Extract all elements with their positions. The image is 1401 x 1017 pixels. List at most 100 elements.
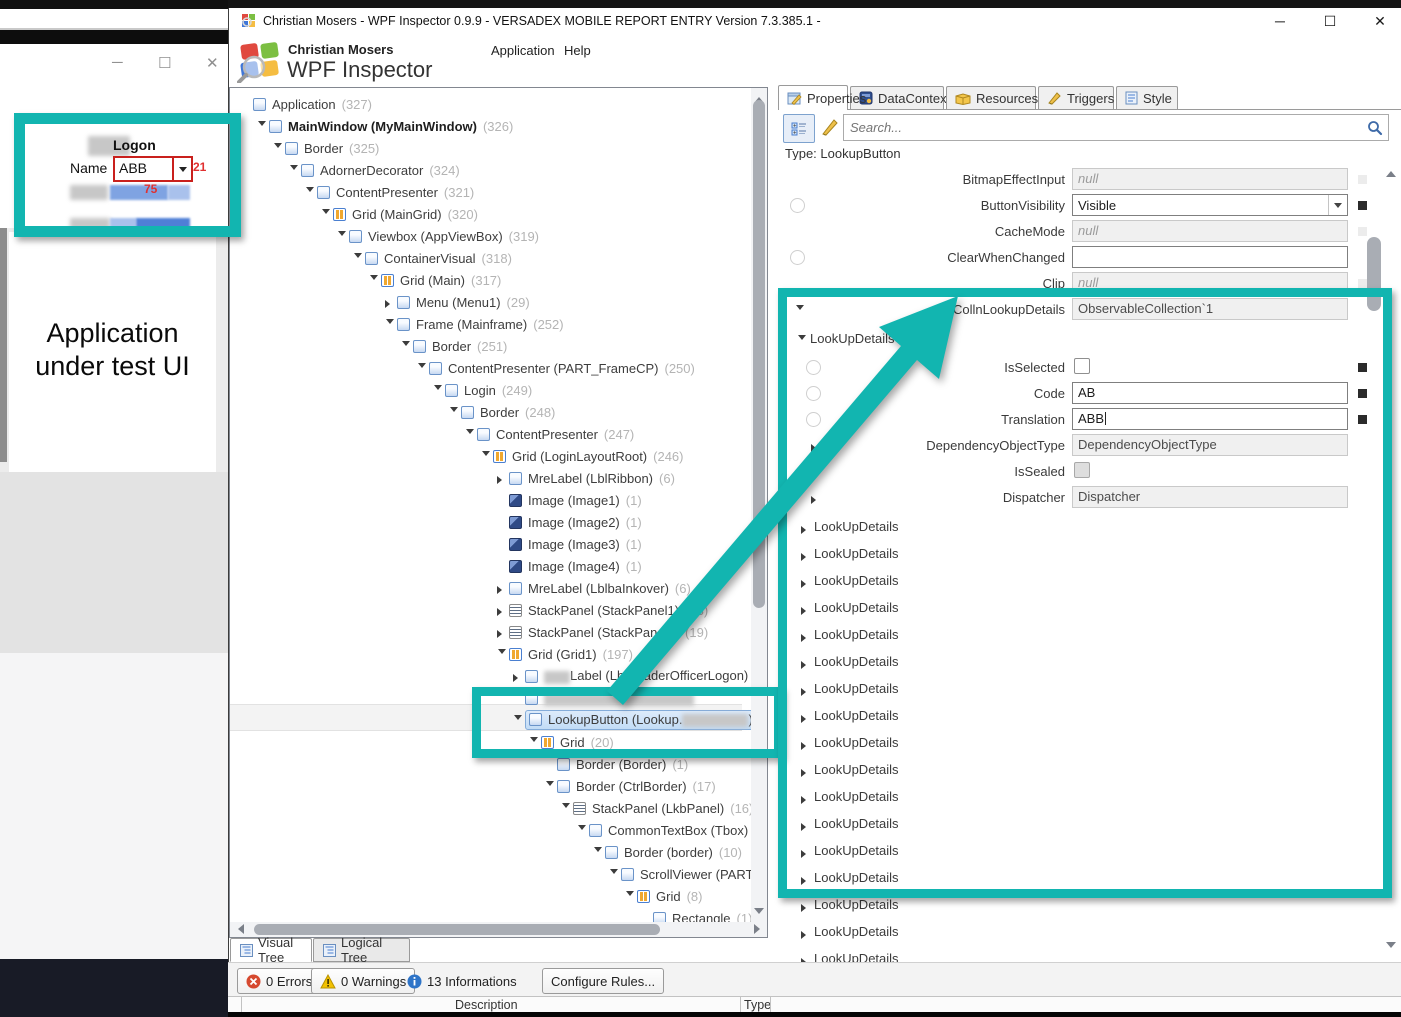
edit-feather-icon[interactable] <box>820 117 840 137</box>
tree-item[interactable]: Border (CtrlBorder)(17) <box>542 775 716 797</box>
tree-expander-icon[interactable] <box>446 405 461 420</box>
tree-scrollbar-thumb[interactable] <box>753 100 765 608</box>
tree-expander-icon[interactable] <box>318 207 333 222</box>
group-expander-icon[interactable] <box>794 333 809 348</box>
tree-expander-icon[interactable] <box>494 603 509 618</box>
tree-item[interactable]: Menu (Menu1)(29) <box>382 291 530 313</box>
name-combobox[interactable]: ABB <box>113 156 193 182</box>
tree-expander-icon[interactable] <box>542 779 557 794</box>
property-radio[interactable] <box>790 198 805 213</box>
close-button[interactable]: ✕ <box>1369 13 1391 30</box>
tree-item[interactable]: Grid(8) <box>622 885 702 907</box>
tree-item[interactable]: StackPanel (StackPanel2)(19) <box>494 621 708 643</box>
minimize-button[interactable]: ─ <box>1269 13 1291 29</box>
lookupdetails-collapsed-row[interactable]: LookUpDetails <box>778 516 1383 540</box>
expander-closed-icon[interactable] <box>798 656 813 671</box>
type-column-header[interactable]: Type <box>744 998 771 1012</box>
description-column-header[interactable]: Description <box>455 998 518 1012</box>
tree-expander-icon[interactable] <box>270 141 285 156</box>
lookupdetails-collapsed-row[interactable]: LookUpDetails <box>778 732 1383 756</box>
tree-item[interactable]: MainWindow (MyMainWindow)(326) <box>254 115 513 137</box>
lookupdetails-collapsed-row[interactable]: LookUpDetails <box>778 894 1383 918</box>
categorize-toggle-button[interactable]: + + <box>783 114 815 143</box>
tree-expander-icon[interactable] <box>478 449 493 464</box>
tree-expander-icon[interactable] <box>558 801 573 816</box>
property-radio[interactable] <box>790 250 805 265</box>
errors-button[interactable]: 0 Errors <box>237 968 321 994</box>
aut-maximize-button[interactable]: ☐ <box>158 54 171 72</box>
tree-expander-icon[interactable] <box>510 713 525 728</box>
tree-expander-icon[interactable] <box>526 735 541 750</box>
tree-item[interactable]: MreLabel (LblRibbon)(6) <box>494 467 675 489</box>
tree-item[interactable]: Border(325) <box>270 137 379 159</box>
expander-closed-icon[interactable] <box>798 737 813 752</box>
tree-item[interactable]: Grid (LoginLayoutRoot)(246) <box>478 445 684 467</box>
lookupdetails-collapsed-row[interactable]: LookUpDetails <box>778 624 1383 648</box>
tree-item[interactable] <box>510 687 694 709</box>
expander-closed-icon[interactable] <box>798 575 813 590</box>
properties-scrollbar-thumb[interactable] <box>1367 237 1381 311</box>
tree-item[interactable]: Login(249) <box>430 379 532 401</box>
configure-rules-button[interactable]: Configure Rules... <box>542 968 664 994</box>
tree-expander-icon[interactable] <box>350 251 365 266</box>
lookupdetails-collapsed-row[interactable]: LookUpDetails <box>778 867 1383 891</box>
tree-item[interactable]: CommonTextBox (Tbox)(11) <box>574 819 768 841</box>
tree-expander-icon[interactable] <box>302 185 317 200</box>
tree-expander-icon[interactable] <box>382 317 397 332</box>
menu-help[interactable]: Help <box>558 40 597 61</box>
tree-expander-icon[interactable] <box>414 361 429 376</box>
tree-item[interactable]: Image (Image2)(1) <box>494 511 642 533</box>
tree-expander-icon[interactable] <box>462 427 477 442</box>
lookupdetails-collapsed-row[interactable]: LookUpDetails <box>778 813 1383 837</box>
warnings-button[interactable]: 0 Warnings <box>311 968 415 994</box>
expander-closed-icon[interactable] <box>798 629 813 644</box>
expander-closed-icon[interactable] <box>798 872 813 887</box>
combobox-dropdown-button[interactable] <box>172 158 191 180</box>
tree-expander-icon[interactable] <box>494 647 509 662</box>
tab-visual-tree[interactable]: Visual Tree <box>230 938 312 962</box>
tree-item[interactable]: Image (Image4)(1) <box>494 555 642 577</box>
lookupdetails-collapsed-row[interactable]: LookUpDetails <box>778 651 1383 675</box>
tree-item[interactable]: StackPanel (StackPanel1)(13) <box>494 599 708 621</box>
lookupdetails-collapsed-row[interactable]: LookUpDetails <box>778 678 1383 702</box>
tree-item[interactable]: Border (Border)(1) <box>542 753 688 775</box>
tree-item[interactable]: ScrollViewer (PART_Cont <box>606 863 768 885</box>
property-search-box[interactable] <box>843 114 1389 141</box>
search-icon[interactable] <box>1367 120 1383 136</box>
tree-item[interactable]: Application(327) <box>238 93 372 115</box>
expander-closed-icon[interactable] <box>798 710 813 725</box>
tab-logical-tree[interactable]: Logical Tree <box>313 938 410 962</box>
tree-expander-icon[interactable] <box>382 295 397 310</box>
property-text-input[interactable]: AB <box>1072 382 1348 404</box>
tree-item[interactable]: Frame (Mainframe)(252) <box>382 313 564 335</box>
lookupdetails-collapsed-row[interactable]: LookUpDetails <box>778 543 1383 567</box>
tree-item[interactable]: LookupButton (Lookup.)(21) <box>510 709 768 731</box>
expander-closed-icon[interactable] <box>798 791 813 806</box>
expander-closed-icon[interactable] <box>798 818 813 833</box>
tree-expander-icon[interactable] <box>510 669 525 684</box>
tab-triggers[interactable]: Triggers <box>1038 86 1114 109</box>
aut-close-button[interactable]: ✕ <box>206 54 219 72</box>
lookupdetails-collapsed-row[interactable]: LookUpDetails <box>778 786 1383 810</box>
tab-style[interactable]: Style <box>1116 86 1178 109</box>
tree-item[interactable]: Border (border)(10) <box>590 841 742 863</box>
tab-resources[interactable]: Resources <box>946 86 1036 109</box>
tree-expander-icon[interactable] <box>494 471 509 486</box>
tree-item[interactable]: ContentPresenter(247) <box>462 423 634 445</box>
lookupdetails-collapsed-row[interactable]: LookUpDetails <box>778 948 1383 962</box>
tree-expander-icon[interactable] <box>430 383 445 398</box>
expander-closed-icon[interactable] <box>798 602 813 617</box>
tree-item[interactable]: AdornerDecorator(324) <box>286 159 460 181</box>
chevron-down-icon[interactable] <box>1328 195 1347 215</box>
tree-expander-icon[interactable] <box>622 889 637 904</box>
tree-item[interactable]: Grid(20) <box>526 731 614 753</box>
aut-minimize-button[interactable]: ─ <box>112 54 123 71</box>
scroll-up-icon[interactable] <box>1386 166 1396 177</box>
tree-item[interactable]: ContainerVisual(318) <box>350 247 512 269</box>
tree-item[interactable]: Grid (Main)(317) <box>366 269 501 291</box>
scroll-left-icon[interactable] <box>233 924 244 934</box>
expander-closed-icon[interactable] <box>798 764 813 779</box>
tree-item[interactable]: Grid (MainGrid)(320) <box>318 203 478 225</box>
lookupdetails-collapsed-row[interactable]: LookUpDetails <box>778 759 1383 783</box>
tree-item[interactable]: Viewbox (AppViewBox)(319) <box>334 225 539 247</box>
